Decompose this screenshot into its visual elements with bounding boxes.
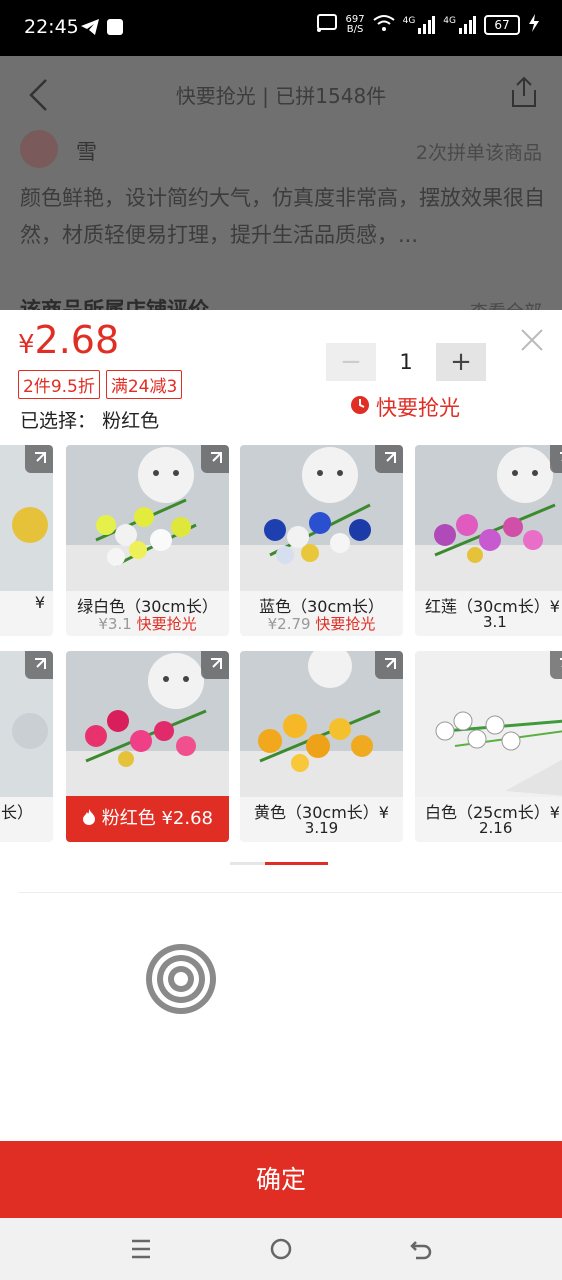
variant-old-price: ¥2.79 [267,615,311,633]
variant-image [415,445,562,591]
telegram-icon [80,18,100,40]
review-text: 颜色鲜艳，设计简约大气，仿真度非常高，摆放效果很自然，材质轻便易打理，提升生活品… [20,186,545,247]
charging-icon [528,14,540,35]
price: ¥2.68 [18,318,119,362]
flash-sale-label: 快要抢光 [350,392,460,422]
expand-icon[interactable] [375,445,403,473]
variant-grid: ¥ 绿白色（30cm长） ¥3.1 快要抢光 蓝色（30cm长） ¥2.79 快… [0,445,562,845]
wifi-icon [372,14,395,35]
selected-spec: 已选择： 粉红色 [20,406,159,433]
net-speed-unit: B/S [346,23,364,35]
variant-price: 3.19 [304,819,339,837]
price-symbol: ¥ [18,330,35,360]
expand-icon[interactable] [201,445,229,473]
status-time: 22:45 [24,16,79,38]
variant-card[interactable]: 蓝色（30cm长） ¥2.79 快要抢光 [240,445,403,636]
avatar [20,130,58,168]
selected-variant-bar: 粉红色 ¥2.68 [66,796,229,842]
selected-label: 已选择： [20,410,97,432]
section-title: 该商品所属店铺评价 [20,298,209,310]
share-icon[interactable] [510,76,538,112]
selected-value: 粉红色 [102,410,160,432]
variant-status: 快要抢光 [315,615,376,633]
signal-icon-1: 4G [402,15,436,34]
expand-icon[interactable] [201,651,229,679]
promo-tags: 2件9.5折 满24减3 [18,370,183,399]
cast-icon [316,14,338,35]
promo-tag: 满24减3 [105,370,183,399]
expand-icon[interactable] [25,445,53,473]
expand-icon[interactable] [550,445,562,473]
reviewer-count: 2次拼单该商品 [415,142,542,164]
net-type-2: 4G [443,15,456,26]
net-type-1: 4G [402,15,416,26]
back-nav-icon[interactable] [410,1238,432,1264]
variant-image [415,651,562,797]
variant-card[interactable]: 白色（25cm长）¥ 2.16 [415,651,562,842]
variant-price: ¥2.79 快要抢光 [240,613,403,634]
variant-status: 快要抢光 [136,615,197,633]
app-notification-icon [106,18,124,40]
variant-old-price: ¥3.1 [98,615,132,633]
expand-icon[interactable] [25,651,53,679]
variant-card-selected[interactable]: 粉红色 ¥2.68 [66,651,229,842]
variant-card[interactable]: 长） [0,651,53,842]
scroll-indicator-thumb [265,862,328,865]
see-all-link[interactable]: 查看全部 [470,298,542,310]
variant-card[interactable]: ¥ [0,445,53,636]
price-value: 2.68 [34,318,120,362]
expand-icon[interactable] [375,651,403,679]
target-icon[interactable] [144,942,218,1020]
variant-price: 3.1 [483,613,507,631]
variant-name: 粉红色 ¥2.68 [101,808,213,829]
promo-tag: 2件9.5折 [18,370,100,399]
clock-icon [350,395,370,420]
scroll-indicator [230,862,328,865]
expand-icon[interactable] [550,651,562,679]
home-icon[interactable] [270,1238,292,1264]
quantity-value[interactable]: 1 [376,350,436,374]
variant-card[interactable]: 绿白色（30cm长） ¥3.1 快要抢光 [66,445,229,636]
net-speed: 697 B/S [346,14,365,35]
menu-icon[interactable] [130,1238,152,1264]
signal-icon-2: 4G [443,15,476,34]
battery-icon: 67 [484,14,520,35]
system-nav-bar [0,1218,562,1280]
divider [18,892,562,893]
close-icon[interactable] [520,328,544,356]
confirm-button[interactable]: 确定 [0,1141,562,1218]
quantity-stepper: − 1 + [326,343,486,381]
fire-icon [82,808,96,829]
sku-sheet: ¥2.68 2件9.5折 满24减3 已选择： 粉红色 − 1 + 快要抢光 ¥ [0,310,562,1140]
increase-button[interactable]: + [436,343,486,381]
variant-price: 2.16 [479,819,513,837]
variant-name: 长） [0,803,33,822]
flash-sale-text: 快要抢光 [376,396,460,420]
background-page: 快要抢光 | 已拼1548件 雪 2次拼单该商品 颜色鲜艳，设计简约大气，仿真度… [0,56,562,310]
decrease-button[interactable]: − [326,343,376,381]
status-bar: 22:45 697 B/S 4G 4G 67 [0,0,562,56]
variant-price: ¥3.1 快要抢光 [66,613,229,634]
variant-name: ¥ [34,593,45,612]
page-title: 快要抢光 | 已拼1548件 [175,84,387,108]
reviewer-name: 雪 [76,140,97,164]
variant-card[interactable]: 红莲（30cm长）¥ 3.1 [415,445,562,636]
variant-card[interactable]: 黄色（30cm长）¥ 3.19 [240,651,403,842]
